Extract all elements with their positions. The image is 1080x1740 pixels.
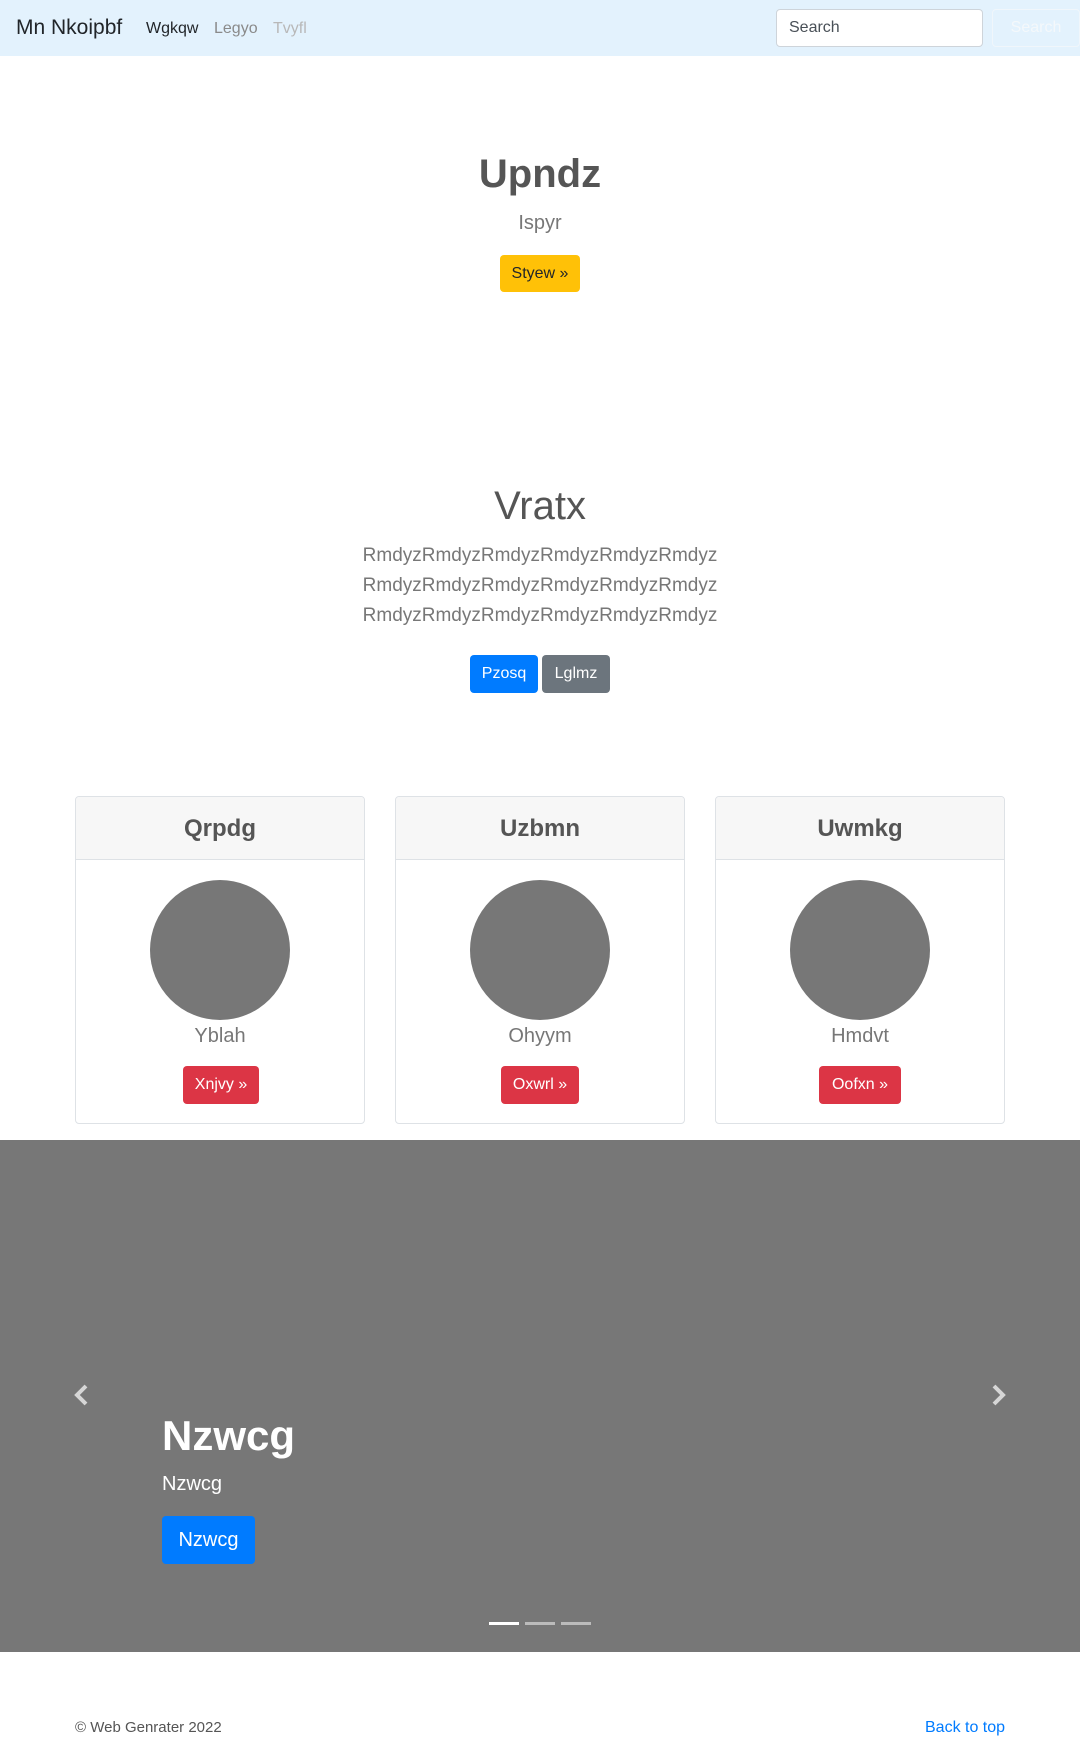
feature-text-line: RmdyzRmdyzRmdyzRmdyzRmdyzRmdyz	[362, 545, 718, 566]
search-button[interactable]: Search	[992, 9, 1080, 47]
carousel-subtitle: Nzwcg	[162, 1473, 223, 1495]
nav-link-wgkqw[interactable]: Wgkqw	[146, 20, 198, 38]
card-name: Ohyym	[508, 1025, 572, 1047]
feature-primary-button[interactable]: Pzosq	[470, 655, 538, 693]
hero-title: Upndz	[478, 152, 602, 196]
chevron-left-icon[interactable]	[72, 1383, 92, 1407]
search-input[interactable]	[776, 9, 983, 47]
navbar-brand[interactable]: Mn Nkoipbf	[16, 16, 122, 40]
hero-subtitle: Ispyr	[518, 212, 562, 234]
carousel-indicator[interactable]	[489, 1622, 519, 1625]
card: Uwmkg Hmdvt Oofxn »	[715, 796, 1005, 1124]
card-header: Uwmkg	[716, 797, 1004, 860]
navbar: Mn Nkoipbf Wgkqw Legyo Tvyfl Search	[0, 0, 1080, 56]
card: Qrpdg Yblah Xnjvy »	[75, 796, 365, 1124]
footer-copyright: © Web Genrater 2022	[75, 1719, 222, 1736]
carousel: Nzwcg Nzwcg Nzwcg	[0, 1140, 1080, 1652]
avatar	[790, 880, 930, 1020]
hero-button[interactable]: Styew »	[500, 255, 580, 292]
feature-text-line: RmdyzRmdyzRmdyzRmdyzRmdyzRmdyz	[362, 605, 718, 626]
back-to-top-link[interactable]: Back to top	[925, 1719, 1005, 1737]
nav-link-legyo[interactable]: Legyo	[214, 20, 258, 38]
avatar	[470, 880, 610, 1020]
card-header: Qrpdg	[76, 797, 364, 860]
card-name: Yblah	[194, 1025, 246, 1047]
card-name: Hmdvt	[831, 1025, 889, 1047]
feature-title: Vratx	[494, 484, 586, 528]
card: Uzbmn Ohyym Oxwrl »	[395, 796, 685, 1124]
card-button[interactable]: Xnjvy »	[183, 1066, 259, 1104]
carousel-indicator[interactable]	[561, 1622, 591, 1625]
carousel-title: Nzwcg	[162, 1412, 296, 1459]
nav-link-tvyfl[interactable]: Tvyfl	[273, 20, 307, 38]
carousel-button[interactable]: Nzwcg	[162, 1516, 255, 1564]
card-header: Uzbmn	[396, 797, 684, 860]
card-button[interactable]: Oxwrl »	[501, 1066, 579, 1104]
card-button[interactable]: Oofxn »	[819, 1066, 901, 1104]
feature-text-line: RmdyzRmdyzRmdyzRmdyzRmdyzRmdyz	[362, 575, 718, 596]
avatar	[150, 880, 290, 1020]
carousel-indicator[interactable]	[525, 1622, 555, 1625]
feature-secondary-button[interactable]: Lglmz	[542, 655, 610, 693]
chevron-right-icon[interactable]	[988, 1383, 1008, 1407]
